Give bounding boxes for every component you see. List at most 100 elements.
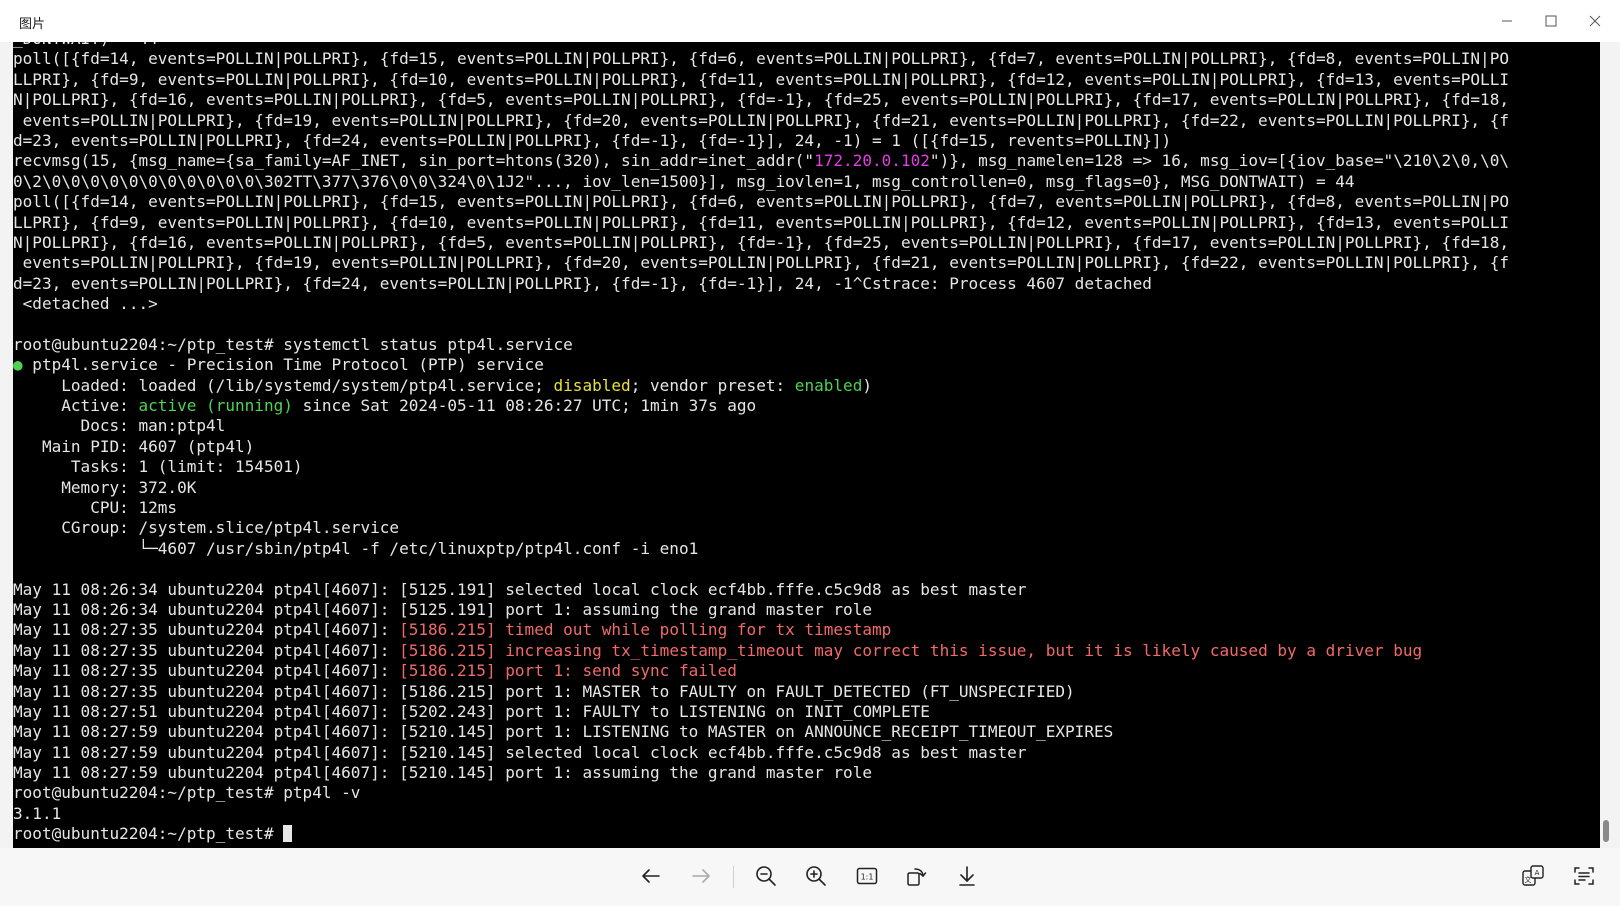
terminal-text: events=POLLIN|POLLPRI}, {fd=19, events=P… xyxy=(13,110,1510,130)
terminal-text: May 11 08:27:51 ubuntu2204 ptp4l[4607]: … xyxy=(13,701,930,721)
terminal-text: recvmsg(15, {msg_name={sa_family=AF_INET… xyxy=(13,151,815,171)
terminal-line: May 11 08:26:34 ubuntu2204 ptp4l[4607]: … xyxy=(13,600,1600,620)
download-button[interactable] xyxy=(949,858,985,894)
maximize-icon xyxy=(1545,15,1557,27)
text-recognition-button[interactable] xyxy=(1566,858,1602,894)
maximize-button[interactable] xyxy=(1528,6,1574,36)
close-button[interactable] xyxy=(1572,6,1618,36)
terminal-view[interactable]: _DONTWAIT) = 44poll([{fd=14, events=POLL… xyxy=(13,42,1600,848)
terminal-line: CGroup: /system.slice/ptp4l.service xyxy=(13,518,1600,538)
terminal-text: May 11 08:27:59 ubuntu2204 ptp4l[4607]: … xyxy=(13,722,1114,742)
terminal-text: May 11 08:27:59 ubuntu2204 ptp4l[4607]: … xyxy=(13,763,872,783)
terminal-text-green: active (running) xyxy=(138,396,293,416)
terminal-text: LLPRI}, {fd=9, events=POLLIN|POLLPRI}, {… xyxy=(13,69,1510,89)
terminal-line: poll([{fd=14, events=POLLIN|POLLPRI}, {f… xyxy=(13,192,1600,212)
terminal-text: May 11 08:27:35 ubuntu2204 ptp4l[4607]: … xyxy=(13,681,1075,701)
terminal-text: ; vendor preset: xyxy=(630,375,795,395)
terminal-text: ) xyxy=(862,375,873,395)
terminal-text: N|POLLPRI}, {fd=16, events=POLLIN|POLLPR… xyxy=(13,232,1510,252)
actual-size-button[interactable]: 1:1 xyxy=(849,858,885,894)
terminal-text: Tasks: 1 (limit: 154501) xyxy=(13,457,303,477)
terminal-output: _DONTWAIT) = 44poll([{fd=14, events=POLL… xyxy=(13,42,1600,845)
terminal-cursor xyxy=(283,825,293,843)
terminal-text-red: [5186.215] increasing tx_timestamp_timeo… xyxy=(399,640,1423,660)
svg-text:1:1: 1:1 xyxy=(861,873,874,882)
terminal-line: 0\2\0\0\0\0\0\0\0\0\0\0\0\302TT\377\376\… xyxy=(13,172,1600,192)
terminal-line: LLPRI}, {fd=9, events=POLLIN|POLLPRI}, {… xyxy=(13,213,1600,233)
window-title: 图片 xyxy=(19,17,46,32)
terminal-line: Loaded: loaded (/lib/systemd/system/ptp4… xyxy=(13,376,1600,396)
toolbar-divider xyxy=(733,866,734,888)
terminal-text: CGroup: /system.slice/ptp4l.service xyxy=(13,518,400,538)
terminal-text: Docs: man:ptp4l xyxy=(13,416,226,436)
terminal-line: └─4607 /usr/sbin/ptp4l -f /etc/linuxptp/… xyxy=(13,539,1600,559)
image-viewer-toolbar: 1:1 A文 xyxy=(0,848,1620,906)
terminal-line: recvmsg(15, {msg_name={sa_family=AF_INET… xyxy=(13,151,1600,171)
terminal-line: May 11 08:27:59 ubuntu2204 ptp4l[4607]: … xyxy=(13,763,1600,783)
terminal-line: d=23, events=POLLIN|POLLPRI}, {fd=24, ev… xyxy=(13,131,1600,151)
zoom-out-icon xyxy=(756,866,776,886)
text-scan-icon xyxy=(1574,867,1594,885)
terminal-line: May 11 08:27:59 ubuntu2204 ptp4l[4607]: … xyxy=(13,722,1600,742)
terminal-line: May 11 08:27:35 ubuntu2204 ptp4l[4607]: … xyxy=(13,641,1600,661)
terminal-line: May 11 08:27:35 ubuntu2204 ptp4l[4607]: … xyxy=(13,682,1600,702)
terminal-text: poll([{fd=14, events=POLLIN|POLLPRI}, {f… xyxy=(13,192,1510,212)
terminal-text: root@ubuntu2204:~/ptp_test# ptp4l -v xyxy=(13,783,361,803)
terminal-line: May 11 08:27:35 ubuntu2204 ptp4l[4607]: … xyxy=(13,661,1600,681)
terminal-line: 3.1.1 xyxy=(13,804,1600,824)
terminal-text: d=23, events=POLLIN|POLLPRI}, {fd=24, ev… xyxy=(13,130,1172,150)
terminal-text: May 11 08:26:34 ubuntu2204 ptp4l[4607]: … xyxy=(13,599,872,619)
svg-text:A: A xyxy=(1535,869,1540,877)
terminal-text: Loaded: loaded (/lib/systemd/system/ptp4… xyxy=(13,375,554,395)
terminal-text-red: [5186.215] timed out while polling for t… xyxy=(399,620,892,640)
terminal-line: Docs: man:ptp4l xyxy=(13,416,1600,436)
terminal-line: events=POLLIN|POLLPRI}, {fd=19, events=P… xyxy=(13,253,1600,273)
terminal-text-magenta: 172.20.0.102 xyxy=(814,151,930,171)
terminal-line: Tasks: 1 (limit: 154501) xyxy=(13,457,1600,477)
terminal-text: May 11 08:27:59 ubuntu2204 ptp4l[4607]: … xyxy=(13,742,1027,762)
terminal-line: LLPRI}, {fd=9, events=POLLIN|POLLPRI}, {… xyxy=(13,70,1600,90)
rotate-button[interactable] xyxy=(898,858,934,894)
terminal-line: May 11 08:27:35 ubuntu2204 ptp4l[4607]: … xyxy=(13,620,1600,640)
scrollbar-thumb[interactable] xyxy=(1603,820,1609,842)
terminal-line: _DONTWAIT) = 44 xyxy=(13,42,1600,49)
terminal-text-red: [5186.215] port 1: send sync failed xyxy=(399,661,737,681)
terminal-line: N|POLLPRI}, {fd=16, events=POLLIN|POLLPR… xyxy=(13,233,1600,253)
terminal-text: May 11 08:26:34 ubuntu2204 ptp4l[4607]: … xyxy=(13,579,1027,599)
zoom-in-button[interactable] xyxy=(798,858,834,894)
terminal-line: root@ubuntu2204:~/ptp_test# ptp4l -v xyxy=(13,783,1600,803)
terminal-line: poll([{fd=14, events=POLLIN|POLLPRI}, {f… xyxy=(13,49,1600,69)
minimize-button[interactable] xyxy=(1484,6,1530,36)
terminal-text: <detached ...> xyxy=(13,294,158,314)
terminal-line: Active: active (running) since Sat 2024-… xyxy=(13,396,1600,416)
terminal-text: CPU: 12ms xyxy=(13,497,178,517)
terminal-line: d=23, events=POLLIN|POLLPRI}, {fd=24, ev… xyxy=(13,274,1600,294)
arrow-left-icon xyxy=(642,869,660,883)
terminal-line: ● ptp4l.service - Precision Time Protoco… xyxy=(13,355,1600,375)
terminal-text: poll([{fd=14, events=POLLIN|POLLPRI}, {f… xyxy=(13,49,1510,69)
forward-button[interactable] xyxy=(683,858,719,894)
terminal-text: ptp4l.service - Precision Time Protocol … xyxy=(22,355,544,375)
terminal-line: <detached ...> xyxy=(13,294,1600,314)
terminal-text: Main PID: 4607 (ptp4l) xyxy=(13,436,255,456)
back-button[interactable] xyxy=(633,858,669,894)
terminal-line: root@ubuntu2204:~/ptp_test# systemctl st… xyxy=(13,335,1600,355)
terminal-text: root@ubuntu2204:~/ptp_test# xyxy=(13,824,284,844)
actual-size-icon: 1:1 xyxy=(856,867,878,885)
terminal-line: root@ubuntu2204:~/ptp_test# xyxy=(13,824,1600,844)
terminal-text: root@ubuntu2204:~/ptp_test# systemctl st… xyxy=(13,334,573,354)
terminal-line: Memory: 372.0K xyxy=(13,478,1600,498)
terminal-line: CPU: 12ms xyxy=(13,498,1600,518)
terminal-text: d=23, events=POLLIN|POLLPRI}, {fd=24, ev… xyxy=(13,273,1152,293)
terminal-text: N|POLLPRI}, {fd=16, events=POLLIN|POLLPR… xyxy=(13,90,1510,110)
terminal-text-green: enabled xyxy=(794,375,863,395)
terminal-text-green: ● xyxy=(13,355,23,375)
svg-text:文: 文 xyxy=(1525,875,1532,884)
translate-button[interactable]: A文 xyxy=(1515,858,1551,894)
terminal-text: ")}, msg_namelen=128 => 16, msg_iov=[{io… xyxy=(929,151,1510,171)
zoom-out-button[interactable] xyxy=(748,858,784,894)
close-icon xyxy=(1589,15,1601,27)
terminal-line: May 11 08:27:51 ubuntu2204 ptp4l[4607]: … xyxy=(13,702,1600,722)
